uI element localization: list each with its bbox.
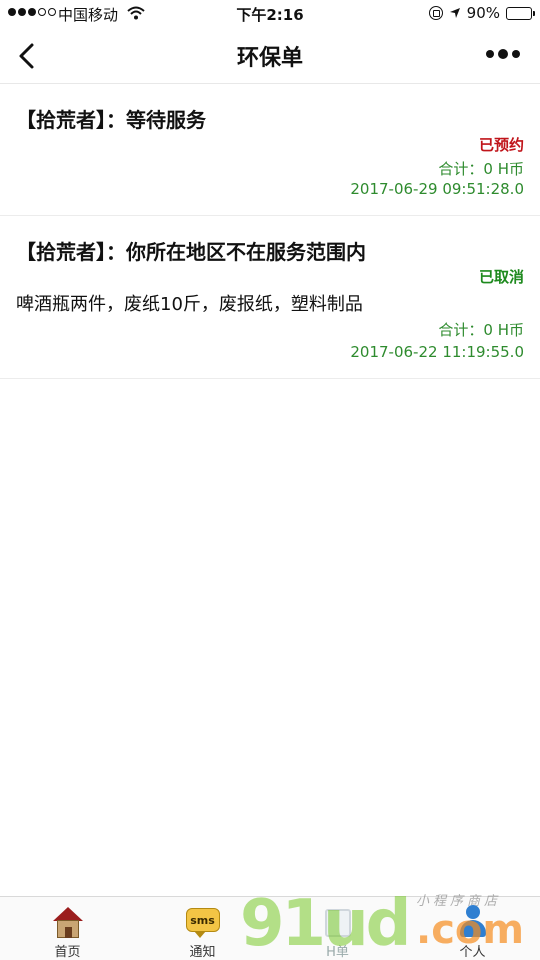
tab-home[interactable]: 首页 [0,897,135,960]
tab-h-order[interactable]: H单 [270,897,405,960]
order-card[interactable]: 【拾荒者】：你所在地区不在服务范围内 已取消 啤酒瓶两件，废纸10斤，废报纸，塑… [0,216,540,379]
tab-profile[interactable]: 个人 [405,897,540,960]
person-icon [456,905,490,937]
order-timestamp: 2017-06-22 11:19:55.0 [350,343,524,361]
order-title: 【拾荒者】：等待服务 [16,108,206,132]
back-button[interactable] [14,40,42,72]
screen: 中国移动 下午2:16 90% 环保单 【拾荒者】：等待服务 已预约 合计：0 … [0,0,540,960]
nav-bar: 环保单 [0,28,540,84]
rotation-lock-icon [428,6,443,20]
page-title: 环保单 [236,46,303,71]
order-total: 合计：0 H币 [438,321,524,339]
tab-label: 个人 [459,945,486,960]
order-timestamp: 2017-06-29 09:51:28.0 [350,180,524,198]
order-items: 啤酒瓶两件，废纸10斤，废报纸，塑料制品 [16,294,363,315]
tab-label: H单 [326,945,349,960]
order-card[interactable]: 【拾荒者】：等待服务 已预约 合计：0 H币 2017-06-29 09:51:… [0,84,540,216]
status-right: 90% [428,4,535,22]
order-status-badge: 已取消 [478,268,524,286]
tab-notifications[interactable]: sms 通知 [135,897,270,960]
order-total: 合计：0 H币 [438,160,524,178]
more-options-button[interactable] [486,49,520,59]
tab-label: 首页 [54,945,81,960]
order-status-badge: 已预约 [478,136,524,154]
order-title: 【拾荒者】：你所在地区不在服务范围内 [16,240,366,264]
sms-icon: sms [185,905,220,938]
location-arrow-icon [449,8,460,18]
tab-label: 通知 [189,945,216,960]
tab-bar: 首页 sms 通知 H单 个人 [0,896,540,960]
status-bar: 中国移动 下午2:16 90% [0,0,540,28]
home-icon [51,905,85,938]
battery-icon [506,6,535,20]
battery-percent: 90% [466,4,500,22]
h-order-icon [321,905,355,937]
